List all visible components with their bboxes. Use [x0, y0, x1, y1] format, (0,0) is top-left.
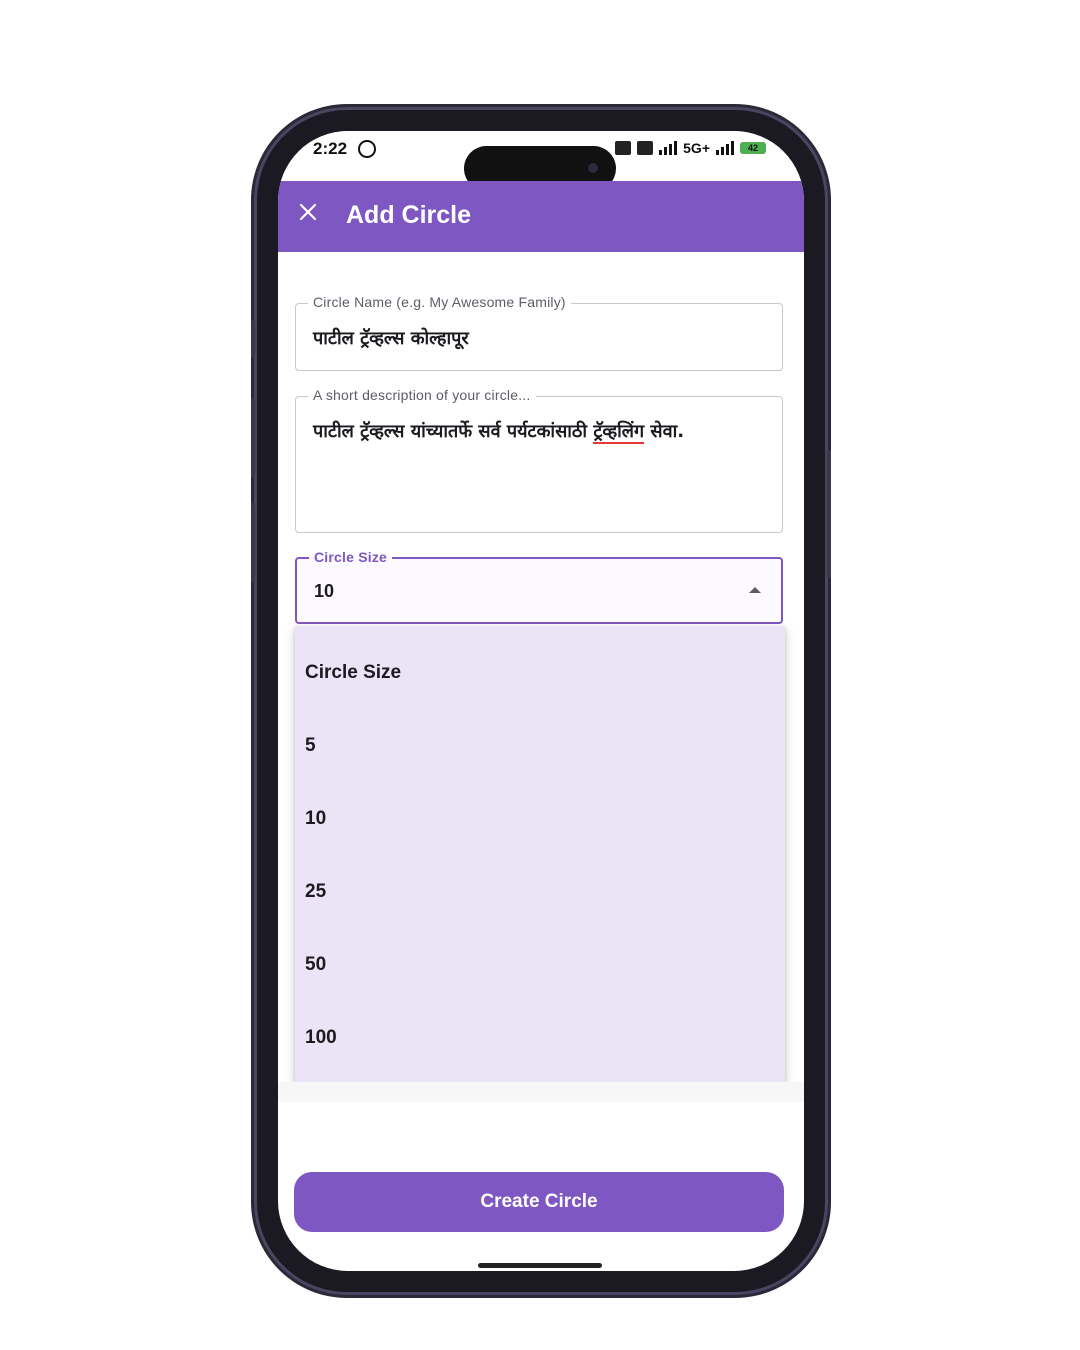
volte-icon	[615, 141, 632, 155]
circle-size-value: 10	[314, 581, 335, 601]
menu-option-50[interactable]: 50	[295, 928, 785, 1001]
circle-description-value: पाटील ट्रॅव्हल्स यांच्यातर्फे सर्व पर्यट…	[313, 419, 685, 444]
phone-frame: 2:22 5G+ 42 Add Circle Circle Name (e.g.…	[251, 110, 831, 1292]
action-button	[251, 320, 255, 358]
menu-option-100[interactable]: 100	[295, 1001, 785, 1074]
circle-description-field[interactable]: A short description of your circle... पा…	[295, 387, 783, 533]
screen: 2:22 5G+ 42 Add Circle Circle Name (e.g.…	[278, 131, 804, 1271]
circle-name-label: Circle Name (e.g. My Awesome Family)	[308, 294, 571, 310]
circle-size-select[interactable]: Circle Size 10	[295, 549, 783, 624]
power-button	[827, 450, 831, 578]
menu-option-10[interactable]: 10	[295, 782, 785, 855]
signal-icon	[716, 141, 734, 155]
circle-size-menu: Circle Size 5 10 25 50 100	[295, 626, 785, 1082]
circle-name-value: पाटील ट्रॅव्हल्स कोल्हापूर	[313, 328, 469, 349]
menu-header: Circle Size	[305, 661, 402, 683]
battery-icon: 42	[740, 142, 766, 154]
circle-name-field[interactable]: Circle Name (e.g. My Awesome Family) पाट…	[295, 294, 783, 371]
signal-icon	[659, 141, 678, 155]
menu-shadow-area	[278, 1082, 804, 1102]
page-title: Add Circle	[346, 201, 472, 229]
close-icon[interactable]	[298, 202, 318, 222]
volume-down-button	[251, 503, 255, 583]
whatsapp-icon	[358, 140, 376, 158]
circle-size-label: Circle Size	[309, 549, 393, 565]
status-icons: 5G+ 42	[615, 140, 766, 156]
description-text: पाटील ट्रॅव्हल्स यांच्यातर्फे सर्व पर्यट…	[313, 421, 594, 442]
volte-icon	[637, 141, 654, 155]
status-time: 2:22	[313, 139, 348, 158]
spelling-error-word: ट्रॅव्हलिंग	[593, 421, 645, 444]
menu-option-5[interactable]: 5	[295, 709, 785, 782]
description-text-end: सेवा.	[644, 421, 685, 442]
create-circle-button[interactable]: Create Circle	[294, 1172, 784, 1232]
home-indicator	[478, 1263, 602, 1268]
circle-description-label: A short description of your circle...	[308, 387, 536, 403]
camera-icon	[588, 163, 598, 173]
network-type: 5G+	[683, 140, 710, 156]
menu-option-25[interactable]: 25	[295, 855, 785, 928]
arrow-up-icon[interactable]	[749, 587, 761, 593]
app-bar: Add Circle	[278, 181, 804, 252]
volume-up-button	[251, 398, 255, 478]
